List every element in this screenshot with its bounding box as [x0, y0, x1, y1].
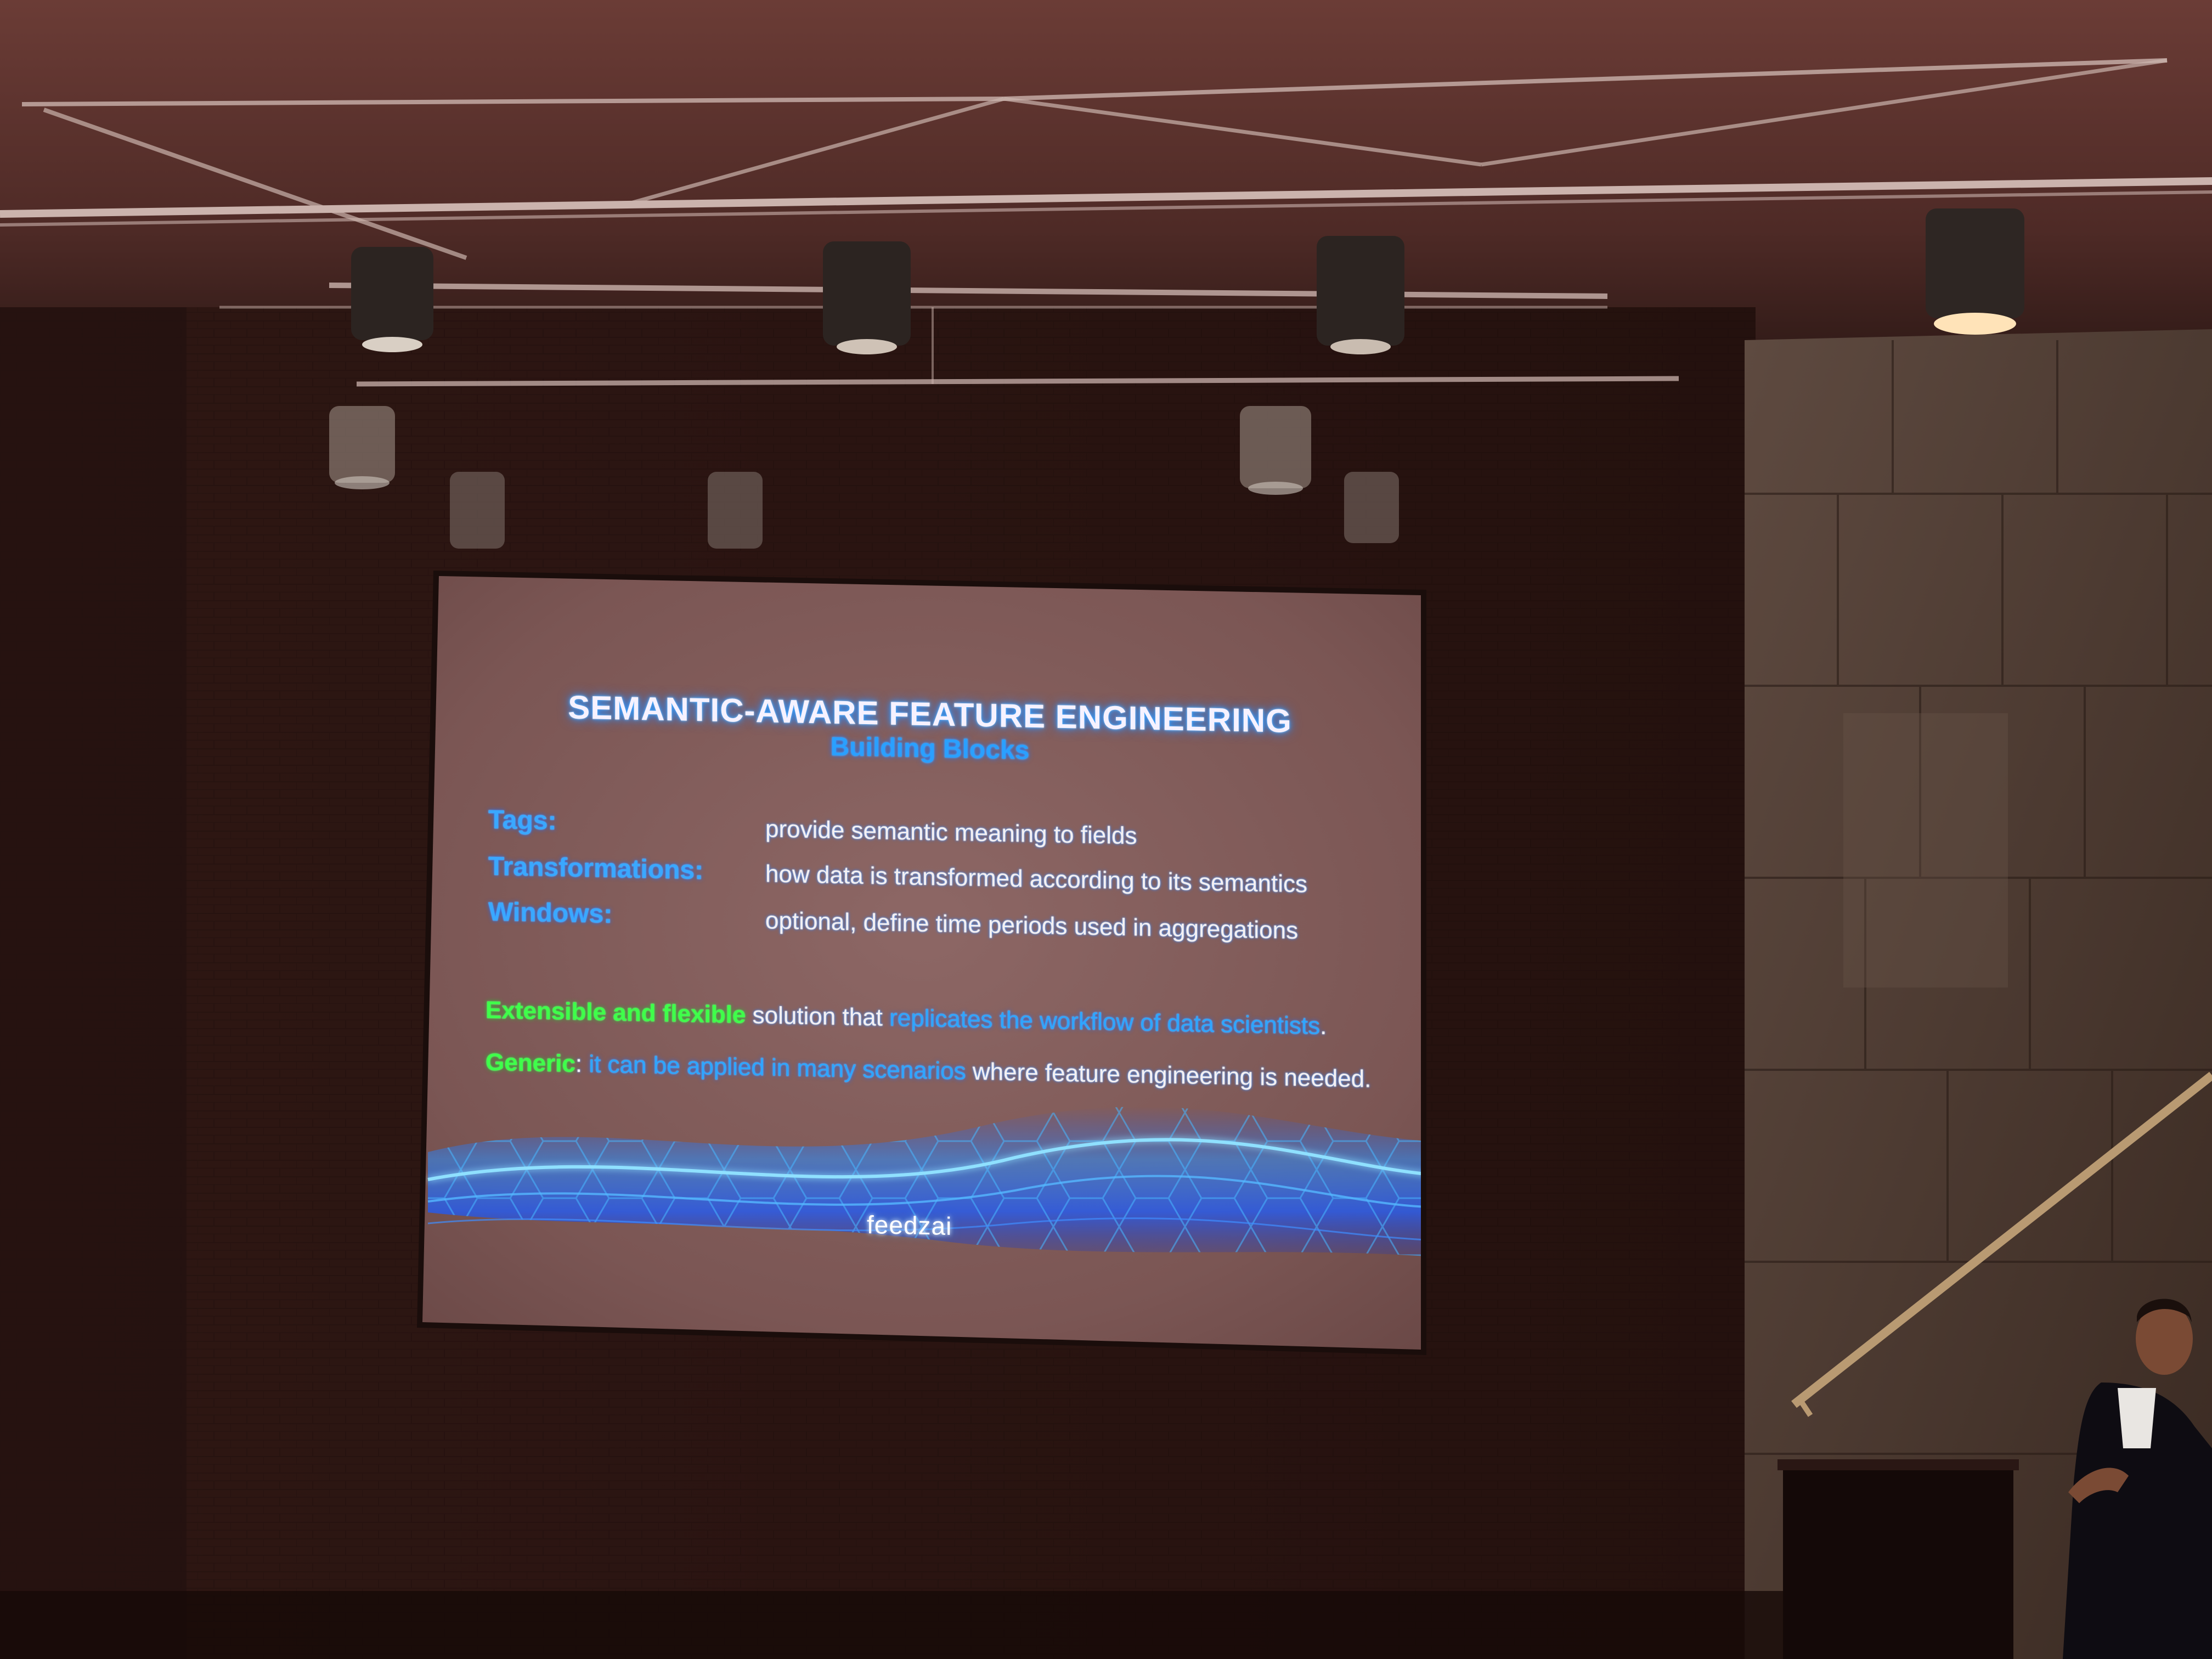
term-tags: Tags:	[488, 805, 557, 836]
spotlight-6	[1240, 406, 1311, 495]
statement-emphasis: it can be applied in many scenarios	[589, 1051, 966, 1085]
desc-tags: provide semantic meaning to fields	[765, 815, 1137, 850]
spotlight-5	[329, 406, 395, 489]
statement-extensible: Extensible and flexible solution that re…	[486, 997, 1327, 1040]
floor	[0, 1591, 1783, 1659]
stone-highlight	[1843, 713, 2008, 988]
term-transformations: Transformations:	[488, 851, 704, 885]
term-windows: Windows:	[488, 897, 613, 929]
statement-end: .	[1320, 1012, 1327, 1040]
left-wall-panel	[0, 307, 187, 1659]
podium	[1783, 1465, 2013, 1659]
podium-top	[1778, 1459, 2019, 1470]
statement-emphasis: replicates the workflow of data scientis…	[889, 1004, 1321, 1040]
statement-middle: solution that	[746, 1001, 890, 1031]
feedzai-logo: feedzai	[867, 1210, 952, 1240]
spotlight-3	[1317, 236, 1404, 354]
desc-transformations: how data is transformed according to its…	[765, 860, 1308, 898]
spotlight-2	[823, 241, 911, 354]
slide-content: SEMANTIC-AWARE FEATURE ENGINEERING Build…	[439, 576, 1421, 1341]
statement-end: where feature engineering is needed.	[966, 1058, 1372, 1093]
spotlight-4	[1926, 208, 2024, 335]
spotlight-1	[351, 247, 433, 352]
desc-windows: optional, define time periods used in ag…	[765, 907, 1299, 945]
statement-generic: Generic: it can be applied in many scena…	[486, 1049, 1371, 1093]
statement-highlight: Generic	[486, 1048, 575, 1077]
statement-highlight: Extensible and flexible	[486, 996, 746, 1029]
statement-middle: :	[575, 1050, 589, 1078]
